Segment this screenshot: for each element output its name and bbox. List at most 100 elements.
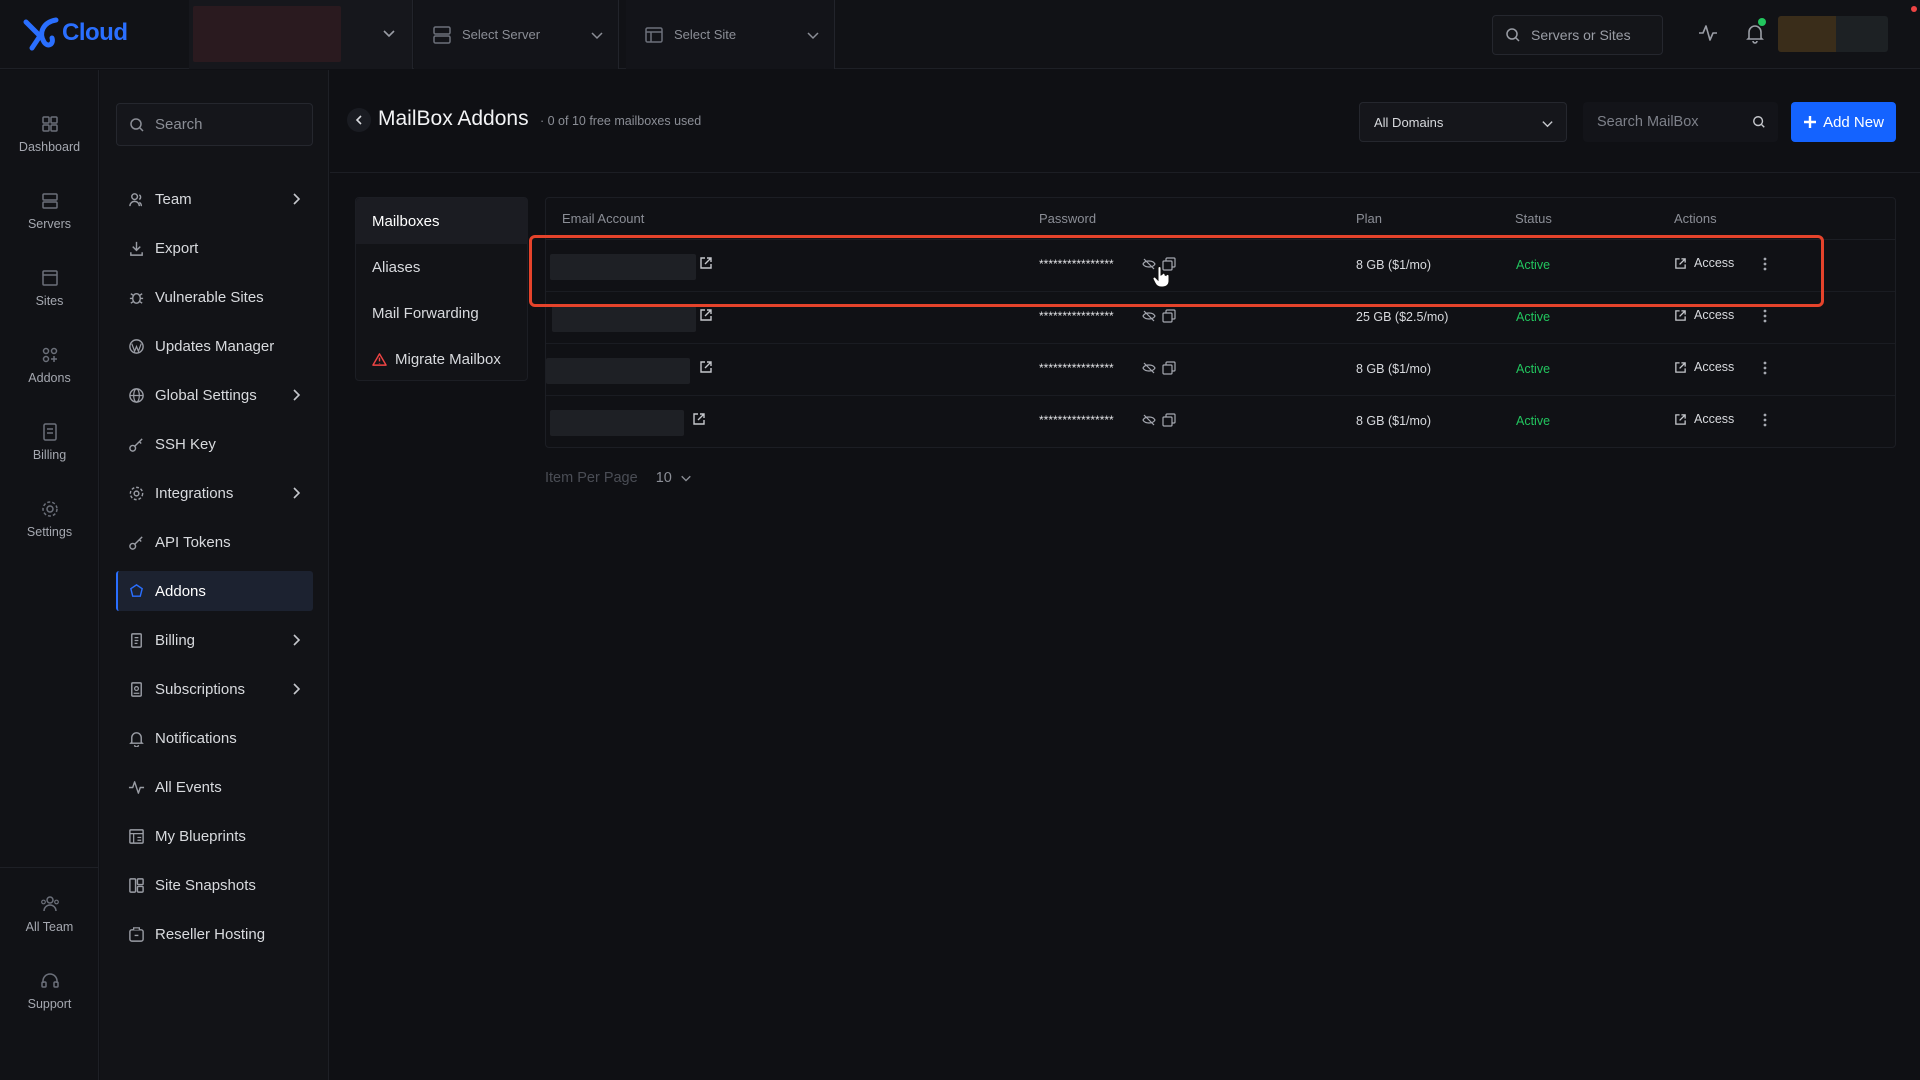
sidebar-item-label: Integrations: [155, 484, 234, 502]
subscriptions-icon: [131, 681, 142, 697]
external-link-icon: [1675, 361, 1686, 373]
activity-icon[interactable]: [1697, 22, 1719, 44]
copy-icon[interactable]: [1162, 309, 1176, 323]
search-icon[interactable]: [1752, 115, 1766, 129]
access-label: Access: [1694, 308, 1735, 322]
rail-item-sites[interactable]: Sites: [0, 268, 99, 308]
add-new-button[interactable]: Add New: [1791, 102, 1896, 142]
eye-off-icon[interactable]: [1142, 413, 1156, 427]
tab-migrate-mailbox[interactable]: Migrate Mailbox: [356, 336, 528, 382]
status-badge: Active: [1516, 414, 1551, 428]
column-password: Password: [1039, 211, 1097, 226]
rail-label: Dashboard: [18, 140, 81, 154]
sidebar-item-export[interactable]: Export: [116, 228, 313, 268]
sidebar-item-addons[interactable]: Addons: [116, 571, 313, 611]
mailbox-search-placeholder: Search MailBox: [1597, 114, 1699, 130]
user-avatar[interactable]: [1778, 16, 1888, 52]
tab-label: Mail Forwarding: [372, 304, 479, 322]
rail-item-settings[interactable]: Settings: [0, 499, 99, 539]
rail-item-billing[interactable]: Billing: [0, 422, 99, 462]
access-label: Access: [1694, 360, 1735, 374]
rail-item-dashboard[interactable]: Dashboard: [0, 114, 99, 154]
sidebar-item-reseller-hosting[interactable]: Reseller Hosting: [116, 914, 313, 954]
table-row: **************** 8 GB ($1/mo) Active Acc…: [546, 396, 1895, 448]
sidebar-item-my-blueprints[interactable]: My Blueprints: [116, 816, 313, 856]
status-badge: Active: [1516, 310, 1551, 324]
items-per-page-value: 10: [655, 470, 672, 486]
mailbox-search-input[interactable]: Search MailBox: [1583, 102, 1778, 142]
global-search-placeholder: Servers or Sites: [1531, 27, 1631, 43]
key-icon: [129, 535, 143, 550]
external-link-icon: [1675, 309, 1686, 321]
more-options-icon[interactable]: [1758, 412, 1772, 428]
eye-off-icon[interactable]: [1142, 361, 1156, 375]
sidebar-item-notifications[interactable]: Notifications: [116, 718, 313, 758]
sidebar-item-global-settings[interactable]: Global Settings: [116, 375, 313, 415]
site-select[interactable]: Select Site: [626, 0, 835, 69]
sidebar-item-label: API Tokens: [155, 533, 231, 551]
sidebar-item-billing[interactable]: Billing: [116, 620, 313, 660]
back-button[interactable]: [347, 108, 371, 132]
mailbox-tabs: Mailboxes Aliases Mail Forwarding Migrat…: [355, 197, 528, 381]
chevron-right-icon: [293, 683, 301, 695]
access-button[interactable]: Access: [1674, 412, 1734, 426]
rail-label: Addons: [28, 371, 71, 385]
access-button[interactable]: Access: [1674, 360, 1734, 374]
plan-cell: 8 GB ($1/mo): [1356, 414, 1432, 428]
sidebar-item-api-tokens[interactable]: API Tokens: [116, 522, 313, 562]
sidebar-search-input[interactable]: Search: [116, 103, 313, 146]
external-link-icon[interactable]: [692, 412, 706, 426]
external-link-icon[interactable]: [699, 308, 713, 322]
password-masked: ****************: [1039, 309, 1114, 323]
rail-item-servers[interactable]: Servers: [0, 191, 99, 231]
server-select[interactable]: Select Server: [414, 0, 619, 69]
sidebar-item-label: SSH Key: [155, 435, 216, 453]
sidebar-item-vulnerable-sites[interactable]: Vulnerable Sites: [116, 277, 313, 317]
gear-icon: [129, 486, 144, 500]
tab-mail-forwarding[interactable]: Mail Forwarding: [356, 290, 528, 336]
tab-mailboxes[interactable]: Mailboxes: [356, 198, 528, 244]
sidebar-item-site-snapshots[interactable]: Site Snapshots: [116, 865, 313, 905]
rail-item-support[interactable]: Support: [0, 971, 99, 1011]
domain-filter-value: All Domains: [1374, 114, 1444, 130]
sidebar-item-all-events[interactable]: All Events: [116, 767, 313, 807]
eye-off-icon[interactable]: [1142, 309, 1156, 323]
column-email-account: Email Account: [562, 211, 645, 226]
rail-label: Servers: [27, 217, 72, 231]
items-per-page-select[interactable]: 10: [656, 470, 692, 486]
rail-divider: [0, 867, 99, 868]
wordpress-icon: [129, 338, 144, 354]
support-icon: [40, 973, 59, 988]
reseller-icon: [129, 926, 144, 942]
column-plan: Plan: [1356, 211, 1383, 226]
copy-icon[interactable]: [1162, 361, 1176, 375]
more-options-icon[interactable]: [1758, 360, 1772, 376]
rail-item-addons[interactable]: Addons: [0, 345, 99, 385]
sidebar-item-label: All Events: [155, 778, 222, 796]
search-icon: [130, 117, 144, 132]
status-badge: Active: [1516, 362, 1551, 376]
addons-icon: [130, 583, 143, 597]
copy-icon[interactable]: [1162, 413, 1176, 427]
bug-icon: [129, 292, 144, 304]
access-button[interactable]: Access: [1674, 308, 1734, 322]
sidebar-item-updates-manager[interactable]: Updates Manager: [116, 326, 313, 366]
chevron-right-icon: [293, 487, 301, 499]
sidebar-item-team[interactable]: Team: [116, 179, 313, 219]
brand-logo[interactable]: Cloud: [22, 14, 128, 52]
organization-select[interactable]: [189, 0, 413, 69]
x-cloud-logo-icon: [23, 17, 59, 51]
table-header: Email Account Password Plan Status Actio…: [546, 198, 1895, 240]
sidebar-item-subscriptions[interactable]: Subscriptions: [116, 669, 313, 709]
global-search[interactable]: Servers or Sites: [1492, 15, 1663, 55]
external-link-icon: [1675, 413, 1686, 425]
more-options-icon[interactable]: [1758, 308, 1772, 324]
domain-filter-select[interactable]: All Domains: [1359, 102, 1567, 142]
team-icon: [40, 896, 59, 912]
rail-item-all-team[interactable]: All Team: [0, 894, 99, 934]
sidebar-item-integrations[interactable]: Integrations: [116, 473, 313, 513]
sidebar-item-label: Notifications: [155, 729, 237, 747]
external-link-icon[interactable]: [699, 360, 713, 374]
tab-aliases[interactable]: Aliases: [356, 244, 528, 290]
sidebar-item-ssh-key[interactable]: SSH Key: [116, 424, 313, 464]
